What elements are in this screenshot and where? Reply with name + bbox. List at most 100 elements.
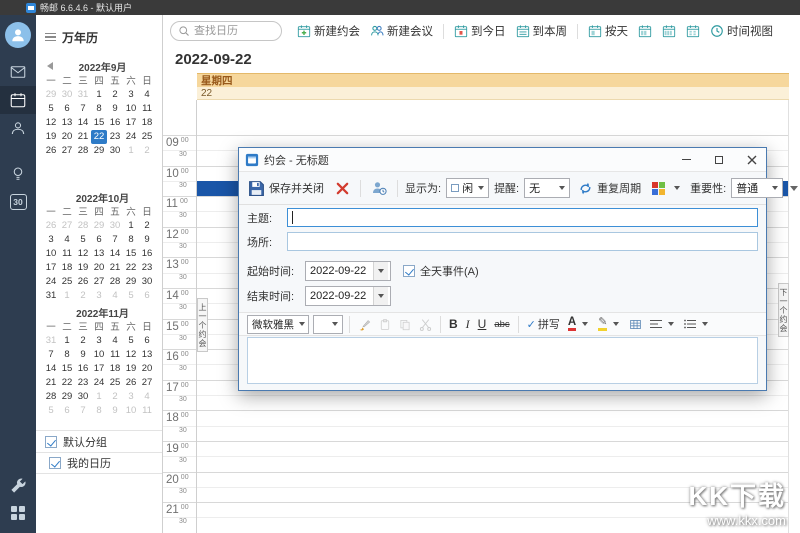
day-cell[interactable]: 22: [59, 376, 75, 390]
day-cell[interactable]: 21: [43, 376, 59, 390]
toolbar-button-new-appointment[interactable]: 新建约会: [292, 21, 365, 41]
reminder-select[interactable]: 无: [524, 178, 570, 198]
toolbar-button-view-workweek[interactable]: [633, 22, 657, 40]
insert-table-button[interactable]: [627, 317, 644, 332]
day-cell[interactable]: 4: [59, 233, 75, 247]
categorize-button[interactable]: [649, 180, 685, 197]
day-cell[interactable]: 2: [75, 289, 91, 303]
calendar-group-row[interactable]: 我的日历: [36, 452, 162, 474]
day-cell[interactable]: 17: [91, 362, 107, 376]
all-day-checkbox-row[interactable]: 全天事件(A): [403, 263, 479, 279]
day-cell[interactable]: 18: [139, 116, 155, 130]
day-cell[interactable]: 7: [43, 348, 59, 362]
day-cell[interactable]: 1: [91, 88, 107, 102]
day-cell[interactable]: 29: [43, 88, 59, 102]
day-cell[interactable]: 3: [43, 233, 59, 247]
day-cell[interactable]: 31: [75, 88, 91, 102]
day-cell[interactable]: 25: [107, 376, 123, 390]
day-cell[interactable]: 7: [75, 404, 91, 418]
day-cell[interactable]: 19: [75, 261, 91, 275]
day-cell[interactable]: 9: [107, 404, 123, 418]
perpetual-calendar-nav-icon[interactable]: 30: [0, 188, 36, 216]
day-cell[interactable]: 8: [91, 102, 107, 116]
day-cell[interactable]: 8: [91, 404, 107, 418]
day-cell[interactable]: 24: [91, 376, 107, 390]
day-cell[interactable]: 11: [59, 247, 75, 261]
calendar-nav-icon[interactable]: [0, 86, 36, 114]
day-cell[interactable]: 20: [91, 261, 107, 275]
day-cell[interactable]: 29: [91, 144, 107, 158]
day-cell[interactable]: 19: [123, 362, 139, 376]
day-cell[interactable]: 1: [91, 390, 107, 404]
day-cell[interactable]: 12: [43, 116, 59, 130]
contacts-nav-icon[interactable]: [0, 114, 36, 142]
checkbox[interactable]: [45, 436, 57, 448]
location-input[interactable]: [287, 232, 758, 251]
day-cell[interactable]: 5: [43, 404, 59, 418]
start-date-select[interactable]: 2022-09-22: [305, 261, 391, 281]
day-cell[interactable]: 29: [91, 219, 107, 233]
prev-month-arrow[interactable]: [47, 62, 53, 70]
time-slot[interactable]: [197, 426, 788, 441]
day-cell[interactable]: 28: [43, 390, 59, 404]
day-cell[interactable]: 14: [75, 116, 91, 130]
toolbar-button-time-view[interactable]: 时间视图: [705, 21, 778, 41]
day-cell[interactable]: 10: [123, 404, 139, 418]
day-cell[interactable]: 3: [123, 390, 139, 404]
day-cell[interactable]: 16: [75, 362, 91, 376]
end-date-select[interactable]: 2022-09-22: [305, 286, 391, 306]
day-cell[interactable]: 13: [139, 348, 155, 362]
day-cell[interactable]: 23: [107, 130, 123, 144]
time-slot[interactable]: [197, 517, 788, 532]
delete-button[interactable]: [332, 179, 353, 198]
day-cell[interactable]: 10: [43, 247, 59, 261]
day-cell[interactable]: 20: [139, 362, 155, 376]
importance-select[interactable]: 普通: [731, 178, 783, 198]
day-cell[interactable]: 13: [59, 116, 75, 130]
day-cell[interactable]: 6: [59, 404, 75, 418]
day-cell[interactable]: 9: [75, 348, 91, 362]
day-cell[interactable]: 31: [43, 289, 59, 303]
font-name-select[interactable]: 微软雅黑: [247, 315, 309, 334]
day-cell[interactable]: 27: [59, 219, 75, 233]
day-cell[interactable]: 21: [107, 261, 123, 275]
day-cell[interactable]: 12: [75, 247, 91, 261]
day-cell[interactable]: 14: [43, 362, 59, 376]
day-cell[interactable]: 22: [123, 261, 139, 275]
day-cell[interactable]: 13: [91, 247, 107, 261]
day-cell[interactable]: 26: [43, 144, 59, 158]
day-cell[interactable]: 10: [123, 102, 139, 116]
day-cell[interactable]: 10: [91, 348, 107, 362]
day-cell[interactable]: 2: [139, 144, 155, 158]
time-slot[interactable]: [197, 502, 788, 517]
toolbar-button-view-week[interactable]: [657, 22, 681, 40]
day-cell[interactable]: 12: [123, 348, 139, 362]
day-cell[interactable]: 28: [107, 275, 123, 289]
day-cell[interactable]: 30: [107, 219, 123, 233]
day-cell[interactable]: 1: [59, 334, 75, 348]
next-appointment-tab[interactable]: 下一个约会: [778, 283, 789, 337]
day-cell[interactable]: 4: [107, 334, 123, 348]
time-slot[interactable]: [197, 410, 788, 425]
minimize-button[interactable]: [672, 149, 700, 171]
mail-nav-icon[interactable]: [0, 58, 36, 86]
paste-button[interactable]: [377, 317, 393, 332]
day-cell[interactable]: 15: [91, 116, 107, 130]
save-close-button[interactable]: 保存并关闭: [245, 178, 327, 199]
italic-button[interactable]: I: [464, 316, 472, 333]
day-cell[interactable]: 28: [75, 144, 91, 158]
day-cell[interactable]: 26: [123, 376, 139, 390]
toolbar-button-goto-week[interactable]: 到本周: [511, 21, 573, 41]
show-as-select[interactable]: 闲: [446, 178, 489, 198]
toolbar-button-new-meeting[interactable]: 新建会议: [365, 21, 438, 41]
day-cell[interactable]: 26: [75, 275, 91, 289]
toolbar-button-view-day[interactable]: 按天: [583, 21, 633, 41]
checkbox[interactable]: [49, 457, 61, 469]
day-cell[interactable]: 27: [59, 144, 75, 158]
day-cell[interactable]: 6: [59, 102, 75, 116]
toolbar-button-view-month[interactable]: [681, 22, 705, 40]
time-slot[interactable]: [197, 441, 788, 456]
day-cell[interactable]: 25: [59, 275, 75, 289]
day-cell[interactable]: 2: [75, 334, 91, 348]
day-cell[interactable]: 1: [123, 219, 139, 233]
